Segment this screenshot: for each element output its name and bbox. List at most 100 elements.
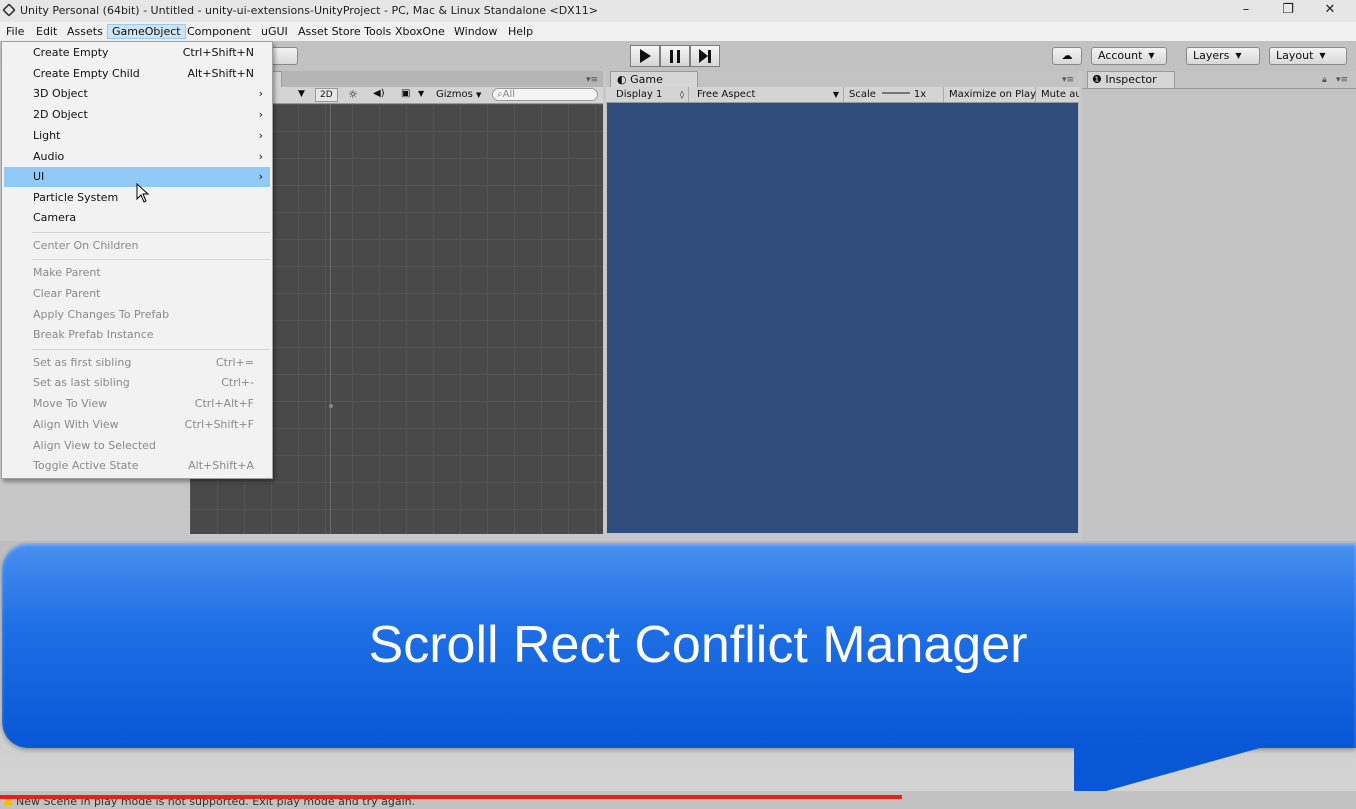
menu-item-label: Center On Children — [33, 239, 139, 252]
play-icon — [639, 49, 651, 63]
submenu-arrow-icon: › — [258, 129, 263, 142]
menu-item-label: Break Prefab Instance — [33, 328, 154, 341]
menu-help[interactable]: Help — [504, 24, 537, 39]
menu-item-label: Move To View — [33, 397, 108, 410]
dropdown-caret-icon[interactable]: ▼ — [298, 89, 305, 99]
menu-file[interactable]: File — [2, 24, 28, 39]
game-tab-label: Game — [630, 73, 663, 86]
inspector-header-line — [1082, 88, 1356, 89]
scale-slider[interactable]: Scale 1x — [844, 87, 944, 102]
menu-item-2d-object[interactable]: 2D Object › — [4, 105, 270, 125]
menu-item-shortcut: Ctrl+- — [221, 376, 254, 389]
menu-item-label: Set as last sibling — [33, 376, 130, 389]
panel-menu-icon[interactable]: ▾≡ — [586, 75, 598, 85]
inspector-tab-label: Inspector — [1105, 73, 1157, 86]
mute-audio-toggle[interactable]: Mute au — [1036, 87, 1079, 102]
menu-bar: File Edit Assets GameObject Component uG… — [0, 22, 1356, 41]
menu-item-label: Align View to Selected — [33, 439, 156, 452]
menu-item-light[interactable]: Light › — [4, 126, 270, 146]
menu-item-3d-object[interactable]: 3D Object › — [4, 84, 270, 104]
menu-assets[interactable]: Assets — [63, 24, 107, 39]
tab-game[interactable]: ◐ Game — [610, 71, 698, 88]
menu-item-camera[interactable]: Camera — [4, 208, 270, 228]
scene-search-input[interactable]: ⌕All — [492, 88, 598, 101]
caret-down-icon: ▼ — [476, 91, 482, 99]
lighting-icon[interactable]: ☼ — [348, 88, 358, 101]
video-progress-bar[interactable] — [0, 795, 902, 799]
layout-dropdown[interactable]: Layout ▼ — [1269, 47, 1347, 65]
aspect-dropdown[interactable]: Free Aspect ▼ — [692, 87, 844, 102]
panel-menu-icon[interactable]: ▾≡ — [1062, 75, 1074, 85]
menu-item-create-empty[interactable]: Create Empty Ctrl+Shift+N — [4, 43, 270, 63]
menu-ugui[interactable]: uGUI — [257, 24, 292, 39]
aspect-label: Free Aspect — [697, 89, 756, 100]
menu-gameobject[interactable]: GameObject — [107, 24, 186, 39]
scale-value: 1x — [913, 89, 927, 100]
menu-item-label: Apply Changes To Prefab — [33, 308, 170, 321]
menu-item-apply-changes-to-prefab[interactable]: Apply Changes To Prefab — [4, 305, 270, 325]
play-controls — [630, 45, 720, 67]
audio-icon[interactable]: ◀) — [373, 88, 385, 99]
pause-button[interactable] — [660, 45, 690, 67]
submenu-arrow-icon: › — [258, 150, 263, 163]
menu-item-label: 2D Object — [33, 108, 88, 121]
play-button[interactable] — [630, 45, 660, 67]
menu-item-label: Set as first sibling — [33, 356, 132, 369]
menu-item-make-parent[interactable]: Make Parent — [4, 263, 270, 283]
toggle-2d-button[interactable]: 2D — [315, 88, 338, 102]
menu-item-audio[interactable]: Audio › — [4, 147, 270, 167]
menu-separator — [32, 349, 270, 350]
submenu-arrow-icon: › — [258, 170, 263, 183]
menu-window[interactable]: Window — [450, 24, 501, 39]
submenu-arrow-icon: › — [258, 87, 263, 100]
menu-item-label: Light — [33, 129, 61, 142]
scene-origin-dot — [329, 404, 333, 408]
menu-item-label: Clear Parent — [33, 287, 101, 300]
menu-item-shortcut: Ctrl+= — [215, 356, 254, 369]
panel-menu-icon[interactable]: ▾≡ — [1336, 75, 1348, 85]
menu-item-toggle-active-state[interactable]: Toggle Active State Alt+Shift+A — [4, 456, 270, 476]
menu-item-center-on-children[interactable]: Center On Children — [4, 236, 270, 256]
menu-item-shortcut: Alt+Shift+A — [188, 459, 254, 472]
info-icon: ❶ — [1092, 73, 1106, 86]
effects-caret-icon[interactable]: ▼ — [418, 89, 424, 98]
tab-inspector[interactable]: ❶ Inspector — [1087, 71, 1175, 88]
gizmos-dropdown[interactable]: Gizmos ▼ — [436, 89, 481, 101]
search-placeholder: All — [502, 89, 516, 100]
unity-logo-icon — [2, 3, 16, 17]
step-button[interactable] — [690, 45, 720, 67]
menu-item-create-empty-child[interactable]: Create Empty Child Alt+Shift+N — [4, 64, 270, 84]
menu-asset-store-tools[interactable]: Asset Store Tools — [294, 24, 395, 39]
close-button[interactable]: ✕ — [1318, 2, 1342, 18]
menu-item-set-last-sibling[interactable]: Set as last sibling Ctrl+- — [4, 373, 270, 393]
menu-item-move-to-view[interactable]: Move To View Ctrl+Alt+F — [4, 394, 270, 414]
maximize-on-play-toggle[interactable]: Maximize on Play — [944, 87, 1036, 102]
gizmos-label: Gizmos — [436, 89, 473, 100]
menu-item-align-view-to-selected[interactable]: Align View to Selected — [4, 436, 270, 456]
menu-item-label: Toggle Active State — [33, 459, 139, 472]
minimize-button[interactable]: – — [1234, 2, 1258, 18]
menu-item-break-prefab-instance[interactable]: Break Prefab Instance — [4, 325, 270, 345]
scale-label: Scale — [849, 89, 876, 100]
step-icon — [699, 49, 711, 63]
menu-item-shortcut: Ctrl+Alt+F — [194, 397, 254, 410]
menu-item-label: Make Parent — [33, 266, 101, 279]
menu-item-set-first-sibling[interactable]: Set as first sibling Ctrl+= — [4, 353, 270, 373]
menu-item-label: Particle System — [33, 191, 119, 204]
display-dropdown[interactable]: Display 1 ◊ — [611, 87, 689, 102]
restore-button[interactable]: ❐ — [1276, 2, 1300, 18]
menu-item-align-with-view[interactable]: Align With View Ctrl+Shift+F — [4, 415, 270, 435]
cloud-button[interactable]: ☁ — [1052, 47, 1082, 65]
menu-item-label: Create Empty Child — [33, 67, 140, 80]
menu-component[interactable]: Component — [183, 24, 255, 39]
menu-item-clear-parent[interactable]: Clear Parent — [4, 284, 270, 304]
scale-track[interactable] — [881, 91, 910, 94]
gameobject-menu: Create Empty Ctrl+Shift+N Create Empty Ch… — [1, 41, 273, 479]
menu-edit[interactable]: Edit — [32, 24, 61, 39]
menu-xboxone[interactable]: XboxOne — [391, 24, 449, 39]
effects-icon[interactable]: ▣ — [401, 88, 410, 99]
account-dropdown[interactable]: Account ▼ — [1091, 47, 1167, 65]
game-viewport[interactable] — [607, 103, 1078, 533]
lock-icon[interactable]: 🔒︎ — [1322, 75, 1327, 85]
layers-dropdown[interactable]: Layers ▼ — [1186, 47, 1260, 65]
